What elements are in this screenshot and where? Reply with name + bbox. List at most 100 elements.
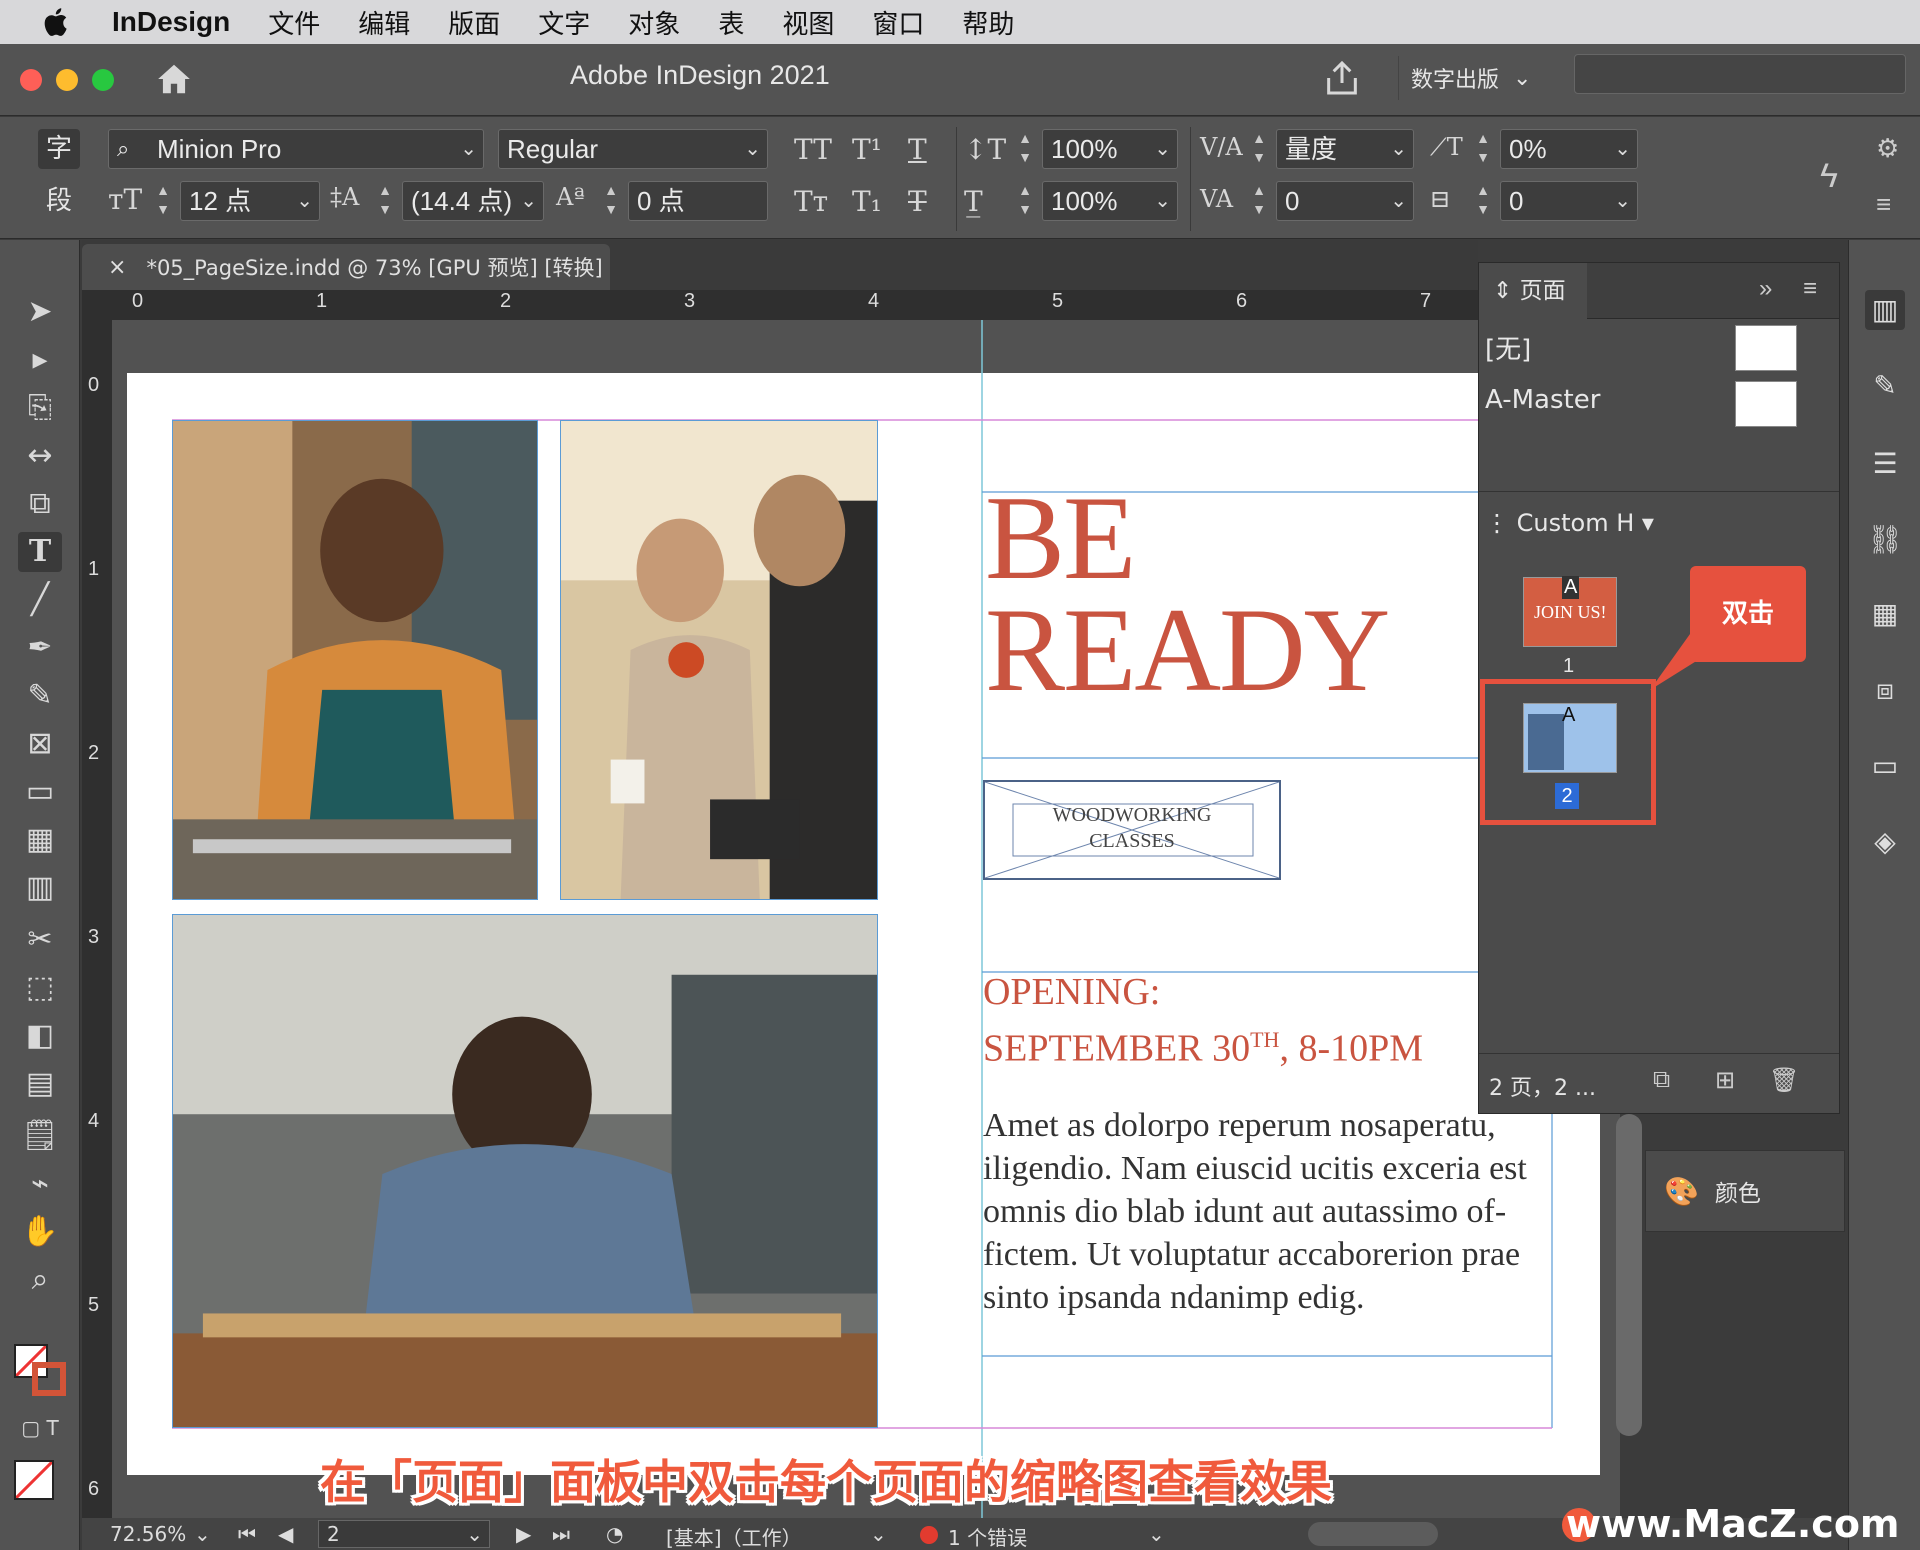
character-mode-button[interactable]: 字 <box>38 129 80 169</box>
pen-tool-icon[interactable]: ✒ <box>18 628 62 668</box>
logo-placeholder-frame[interactable]: WOODWORKING CLASSES <box>983 780 1281 880</box>
collapse-panel-icon[interactable]: » <box>1759 275 1772 303</box>
photo-smiling-carpenter[interactable] <box>172 420 538 900</box>
home-icon[interactable] <box>154 60 194 98</box>
apply-none-swatch[interactable] <box>14 1460 54 1500</box>
minimize-window-button[interactable] <box>56 69 78 91</box>
stroke-swatch[interactable] <box>32 1362 66 1396</box>
horizontal-scale-stepper[interactable]: ▲ ▼ <box>1014 181 1036 221</box>
font-size-field[interactable]: 12 点 ⌄ <box>180 181 320 221</box>
lightning-icon[interactable]: ϟ <box>1820 157 1838 196</box>
all-caps-icon[interactable]: TT <box>794 133 832 166</box>
chevron-down-icon[interactable]: ⌄ <box>466 1521 483 1547</box>
master-a-thumbnail[interactable] <box>1735 381 1797 427</box>
gradient-icon[interactable]: ▭ <box>1865 746 1905 786</box>
apple-icon[interactable] <box>40 5 74 39</box>
panel-menu-icon[interactable]: ≡ <box>1803 275 1817 303</box>
tracking-stepper[interactable]: ▲ ▼ <box>1248 181 1270 221</box>
share-icon[interactable] <box>1322 58 1362 98</box>
zoom-window-button[interactable] <box>92 69 114 91</box>
chevron-down-icon[interactable]: ⌄ <box>1614 130 1631 168</box>
body-copy[interactable]: Amet as dolorpo reperum nosaperatu, ilig… <box>983 1104 1553 1319</box>
eyedropper-tool-icon[interactable]: ⌁ <box>18 1164 62 1204</box>
menu-file[interactable]: 文件 <box>268 4 320 41</box>
preflight-errors[interactable]: 1 个错误 <box>948 1522 1027 1550</box>
paragraph-mode-button[interactable]: 段 <box>38 181 80 221</box>
search-input[interactable] <box>1574 54 1906 94</box>
font-size-stepper[interactable]: ▲ ▼ <box>152 181 174 221</box>
font-style-field[interactable]: Regular ⌄ <box>498 129 768 169</box>
table-tool-icon[interactable]: ▦ <box>18 820 62 860</box>
chevron-down-icon[interactable]: ⌄ <box>460 130 477 168</box>
open-page-icon[interactable]: ◔ <box>606 1522 623 1546</box>
properties-icon[interactable]: ☰ <box>1865 444 1905 484</box>
gradient-swatch-tool-icon[interactable]: ◧ <box>18 1016 62 1056</box>
type-tool-icon[interactable]: T <box>18 532 62 572</box>
leading-stepper[interactable]: ▲ ▼ <box>374 181 396 221</box>
new-page-icon[interactable]: ⊞ <box>1715 1066 1735 1095</box>
kerning-stepper[interactable]: ▲ ▼ <box>1248 129 1270 169</box>
stroke-icon[interactable]: ⧈ <box>1865 670 1905 710</box>
content-collector-icon[interactable]: ⧉ <box>18 484 62 524</box>
vertical-scrollbar[interactable] <box>1616 1114 1642 1436</box>
close-tab-icon[interactable]: × <box>108 255 126 280</box>
superscript-icon[interactable]: T¹ <box>852 133 882 166</box>
page-number-field[interactable]: 2 ⌄ <box>318 1520 490 1548</box>
panel-menu-icon[interactable]: ≡ <box>1876 189 1891 220</box>
menu-window[interactable]: 窗口 <box>872 4 924 41</box>
formatting-container-icon[interactable]: ▢ T <box>18 1408 62 1448</box>
delete-page-icon[interactable]: 🗑 <box>1769 1066 1799 1095</box>
skew-stepper[interactable]: ▲ ▼ <box>1472 129 1494 169</box>
vertical-scale-stepper[interactable]: ▲ ▼ <box>1014 129 1036 169</box>
headline[interactable]: BE READY <box>985 478 1390 710</box>
line-tool-icon[interactable]: ╱ <box>18 580 62 620</box>
swatches-icon[interactable]: ▦ <box>1865 594 1905 634</box>
document-tab[interactable]: × *05_PageSize.indd @ 73% [GPU 预览] [转换] <box>82 244 610 290</box>
edit-page-size-icon[interactable]: ⧉ <box>1653 1066 1670 1094</box>
subscript-icon[interactable]: T₁ <box>852 185 882 218</box>
next-page-icon[interactable]: ▶ <box>516 1522 531 1546</box>
chevron-down-icon[interactable]: ⌄ <box>1390 182 1407 220</box>
strikethrough-icon[interactable]: T <box>908 185 927 218</box>
direct-selection-tool-icon[interactable]: ▸ <box>18 340 62 380</box>
vertical-ruler[interactable]: 0 1 2 3 4 5 6 <box>82 320 112 1520</box>
leading-field[interactable]: (14.4 点) ⌄ <box>402 181 544 221</box>
page-size-selector[interactable]: ⋮ Custom H ▾ <box>1485 509 1654 537</box>
gradient-feather-tool-icon[interactable]: ▤ <box>18 1064 62 1104</box>
master-none[interactable]: [无] <box>1485 329 1531 366</box>
hand-tool-icon[interactable]: ✋ <box>18 1212 62 1252</box>
note-tool-icon[interactable]: 🗒 <box>18 1116 62 1156</box>
color-panel-button[interactable]: 🎨 颜色 <box>1645 1150 1845 1232</box>
menu-type[interactable]: 文字 <box>538 4 590 41</box>
menu-table[interactable]: 表 <box>718 4 744 41</box>
menu-object[interactable]: 对象 <box>628 4 680 41</box>
horizontal-scale-field[interactable]: 100% ⌄ <box>1042 181 1178 221</box>
first-page-icon[interactable]: ⏮ <box>238 1522 256 1546</box>
gap-tool-icon[interactable]: ↔ <box>18 436 62 476</box>
pages-panel-tab[interactable]: ⇕ 页面 <box>1479 263 1587 319</box>
skew-field[interactable]: 0% ⌄ <box>1500 129 1638 169</box>
small-caps-icon[interactable]: Tт <box>794 185 828 218</box>
baseline-shift-stepper[interactable]: ▲ ▼ <box>600 181 622 221</box>
master-a[interactable]: A-Master <box>1485 385 1600 415</box>
pencil-tool-icon[interactable]: ✎ <box>18 676 62 716</box>
font-family-field[interactable]: ⌕ Minion Pro ⌄ <box>108 129 484 169</box>
zoom-tool-icon[interactable]: ⌕ <box>18 1260 62 1300</box>
app-menu[interactable]: InDesign <box>112 6 230 38</box>
previous-page-icon[interactable]: ◀ <box>278 1522 293 1546</box>
workspace-switcher[interactable]: 数字出版 ⌄ <box>1398 56 1531 100</box>
horizontal-scrollbar[interactable] <box>1308 1522 1438 1546</box>
underline-icon[interactable]: T <box>908 133 927 166</box>
page-1-thumbnail[interactable]: A JOIN US! <box>1523 576 1617 647</box>
opening-date-text[interactable]: OPENING: SEPTEMBER 30TH, 8-10PM <box>983 968 1423 1073</box>
menu-layout[interactable]: 版面 <box>448 4 500 41</box>
chevron-down-icon[interactable]: ⌄ <box>744 130 761 168</box>
grid-tool-icon[interactable]: ▥ <box>18 868 62 908</box>
menu-edit[interactable]: 编辑 <box>358 4 410 41</box>
chevron-down-icon[interactable]: ⌄ <box>296 182 313 220</box>
menu-help[interactable]: 帮助 <box>962 4 1014 41</box>
chevron-down-icon[interactable]: ⌄ <box>1154 182 1171 220</box>
photo-woodworkers-group[interactable] <box>560 420 878 900</box>
rectangle-tool-icon[interactable]: ▭ <box>18 772 62 812</box>
cc-libraries-icon[interactable]: ✎ <box>1865 366 1905 406</box>
